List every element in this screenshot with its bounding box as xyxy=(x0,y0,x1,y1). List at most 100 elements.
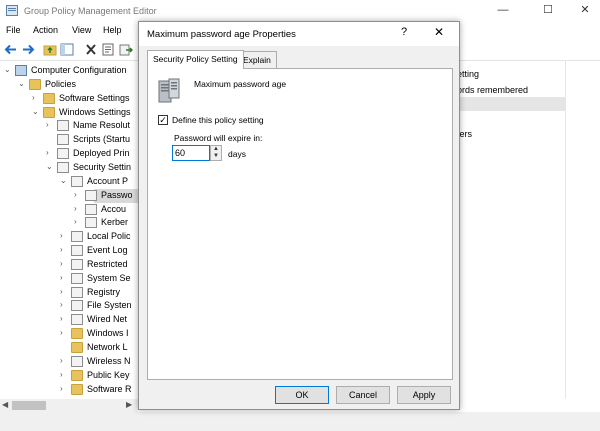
expand-chevron-icon[interactable]: › xyxy=(46,148,54,158)
expand-chevron-icon xyxy=(60,342,68,352)
expand-chevron-icon[interactable]: › xyxy=(60,356,68,366)
tree-item[interactable]: › Passwo xyxy=(74,188,138,203)
expand-chevron-icon xyxy=(46,134,54,144)
collapse-chevron-icon[interactable]: ⌄ xyxy=(32,107,40,117)
tree-item-label: Software R xyxy=(87,383,132,394)
tree-item[interactable]: ⌄ Account P xyxy=(0,175,138,189)
collapse-chevron-icon[interactable]: ⌄ xyxy=(60,176,68,186)
collapse-chevron-icon[interactable]: ⌄ xyxy=(4,65,12,75)
tree-item[interactable]: › Deployed Prin xyxy=(0,147,138,161)
dialog-title: Maximum password age Properties xyxy=(147,29,296,40)
tree-item-label: Registry xyxy=(87,286,121,297)
define-policy-label[interactable]: Define this policy setting xyxy=(172,115,264,125)
apply-button[interactable]: Apply xyxy=(397,386,451,404)
tree-item[interactable]: › Local Polic xyxy=(0,230,138,244)
expand-chevron-icon[interactable]: › xyxy=(60,231,68,241)
expand-chevron-icon[interactable]: › xyxy=(60,384,68,394)
back-arrow-icon[interactable] xyxy=(4,43,18,56)
policy-node-icon xyxy=(71,245,83,257)
help-button[interactable]: ? xyxy=(401,26,407,38)
scroll-left-icon[interactable]: ◀ xyxy=(2,400,8,409)
tree-item[interactable]: ⌄ Computer Configuration xyxy=(0,64,138,78)
tree-item-label: Wireless N xyxy=(87,355,131,366)
tree-item-label: Windows Settings xyxy=(59,106,131,117)
properties-icon[interactable] xyxy=(101,43,115,56)
expand-chevron-icon[interactable]: › xyxy=(46,120,54,130)
menu-view[interactable]: View xyxy=(72,25,91,35)
tree-horizontal-scrollbar[interactable]: ◀ ▶ xyxy=(0,399,138,412)
show-tree-icon[interactable] xyxy=(60,43,74,56)
up-folder-icon[interactable] xyxy=(43,43,57,56)
tree-item[interactable]: › Windows I xyxy=(0,327,138,341)
result-row[interactable]: ords remembered xyxy=(457,85,528,95)
unit-label: days xyxy=(228,149,246,159)
cancel-button[interactable]: Cancel xyxy=(336,386,390,404)
tree-item[interactable]: Network L xyxy=(0,341,138,355)
define-policy-checkbox[interactable]: ✓ xyxy=(158,115,168,125)
expand-chevron-icon[interactable]: › xyxy=(74,204,82,214)
tree-item[interactable]: ⌄ Policies xyxy=(0,78,138,92)
export-icon[interactable] xyxy=(119,43,133,56)
ok-button[interactable]: OK xyxy=(275,386,329,404)
tree-item[interactable]: ⌄ Windows Settings xyxy=(0,106,138,120)
tree-item[interactable]: › Software Settings xyxy=(0,92,138,106)
menu-help[interactable]: Help xyxy=(103,25,122,35)
expand-chevron-icon[interactable]: › xyxy=(74,190,82,200)
dialog-close-button[interactable]: ✕ xyxy=(434,25,444,39)
tree-item[interactable]: › Restricted xyxy=(0,258,138,272)
menu-file[interactable]: File xyxy=(6,25,21,35)
tree-item-label: Name Resolut xyxy=(73,120,131,131)
expire-days-input[interactable]: 60 xyxy=(172,145,210,161)
tree-item[interactable]: › Kerber xyxy=(0,216,138,230)
expand-chevron-icon[interactable]: › xyxy=(60,370,68,380)
policy-node-icon xyxy=(85,203,97,215)
expand-chevron-icon[interactable]: › xyxy=(60,287,68,297)
menu-action[interactable]: Action xyxy=(33,25,58,35)
computer-icon xyxy=(15,65,27,76)
scroll-right-icon[interactable]: ▶ xyxy=(126,400,132,409)
expand-chevron-icon[interactable]: › xyxy=(60,328,68,338)
tree-item[interactable]: › Software R xyxy=(0,383,138,397)
tree-item[interactable]: › Registry xyxy=(0,286,138,300)
expire-days-spinner[interactable]: ▲ ▼ xyxy=(210,145,222,161)
tree-item-label: Event Log xyxy=(87,245,128,256)
tree-item[interactable]: › Wireless N xyxy=(0,355,138,369)
tree-item[interactable]: › Name Resolut xyxy=(0,119,138,133)
spin-down-icon[interactable]: ▼ xyxy=(211,153,221,160)
tree-item[interactable]: › File Systen xyxy=(0,299,138,313)
folder-icon xyxy=(71,342,83,353)
tree-item[interactable]: › Wired Net xyxy=(0,313,138,327)
expand-chevron-icon[interactable]: › xyxy=(60,314,68,324)
tree-item[interactable]: Scripts (Startu xyxy=(0,133,138,147)
delete-icon[interactable] xyxy=(84,43,98,56)
expand-chevron-icon[interactable]: › xyxy=(60,259,68,269)
tree-item[interactable]: › Accou xyxy=(0,203,138,217)
tab-security-policy-setting[interactable]: Security Policy Setting xyxy=(147,50,244,69)
tree-item-label: System Se xyxy=(87,272,131,283)
expand-chevron-icon[interactable]: › xyxy=(60,273,68,283)
result-column-header[interactable]: etting xyxy=(457,69,479,79)
expand-chevron-icon[interactable]: › xyxy=(60,300,68,310)
tree-item[interactable]: ⌄ Security Settin xyxy=(0,161,138,175)
status-bar xyxy=(0,412,600,431)
collapse-chevron-icon[interactable]: ⌄ xyxy=(18,79,26,89)
minimize-button[interactable]: — xyxy=(495,3,511,17)
folder-icon xyxy=(29,78,41,90)
server-policy-icon xyxy=(158,78,180,103)
tree-item-label: Wired Net xyxy=(87,314,128,325)
expand-chevron-icon[interactable]: › xyxy=(60,245,68,255)
tree-item[interactable]: › Public Key xyxy=(0,369,138,383)
maximize-button[interactable]: ☐ xyxy=(540,3,556,17)
expand-chevron-icon[interactable]: › xyxy=(74,217,82,227)
tree-item[interactable]: › System Se xyxy=(0,272,138,286)
policy-node-icon xyxy=(57,134,69,146)
folder-icon xyxy=(71,369,83,381)
spin-up-icon[interactable]: ▲ xyxy=(211,146,221,153)
scrollbar-thumb[interactable] xyxy=(12,401,46,410)
close-button[interactable]: ✕ xyxy=(577,3,593,17)
expand-chevron-icon[interactable]: › xyxy=(32,93,40,103)
tree-item[interactable]: › Event Log xyxy=(0,244,138,258)
forward-arrow-icon[interactable] xyxy=(21,43,35,56)
properties-dialog: Maximum password age Properties ? ✕ Secu… xyxy=(138,21,460,410)
collapse-chevron-icon[interactable]: ⌄ xyxy=(46,162,54,172)
